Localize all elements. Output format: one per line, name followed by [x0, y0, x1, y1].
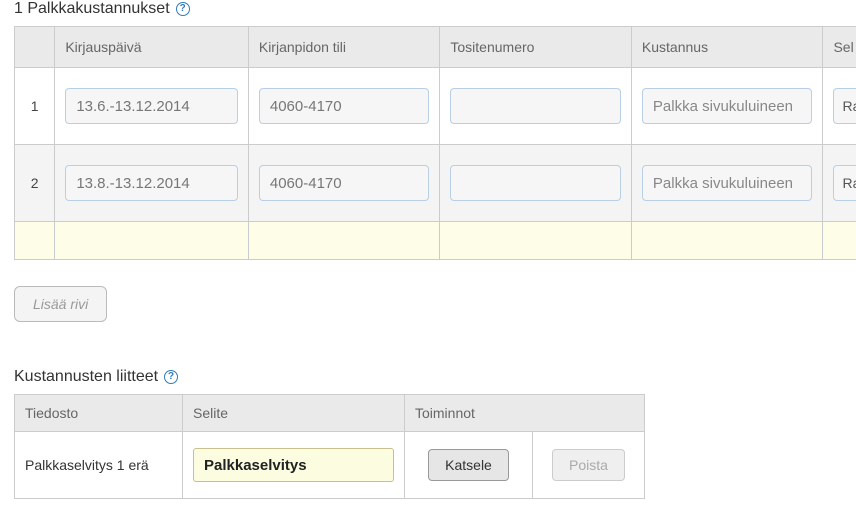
voucher-input[interactable]	[450, 165, 621, 201]
col-header-account: Kirjanpidon tili	[248, 27, 440, 68]
cost-table: Kirjauspäivä Kirjanpidon tili Tositenume…	[14, 26, 856, 260]
col-header-voucher: Tositenumero	[440, 27, 632, 68]
row-select-button[interactable]: Ra	[833, 165, 856, 201]
attachment-desc-input[interactable]	[193, 448, 394, 482]
row-number: 1	[25, 98, 44, 114]
table-row: 2 Ra	[15, 145, 856, 222]
voucher-input[interactable]	[450, 88, 621, 124]
view-button[interactable]: Katsele	[428, 449, 509, 481]
attachment-row: Palkkaselvitys 1 erä Katsele Poista	[15, 432, 645, 499]
section2-title: Kustannusten liitteet ?	[14, 368, 856, 386]
col-header-sel: Sel	[823, 27, 856, 68]
section1-title: 1 Palkkakustannukset ?	[14, 0, 856, 18]
table-row: 1 Ra	[15, 68, 856, 145]
col-header-actions: Toiminnot	[405, 395, 645, 432]
row-number: 2	[25, 175, 44, 191]
cost-input[interactable]	[642, 88, 813, 124]
col-header-file: Tiedosto	[15, 395, 183, 432]
col-header-cost: Kustannus	[631, 27, 823, 68]
col-header-num	[15, 27, 55, 68]
section2-title-text: Kustannusten liitteet	[14, 368, 158, 386]
add-row-button[interactable]: Lisää rivi	[14, 286, 107, 322]
date-input[interactable]	[65, 165, 238, 201]
help-icon[interactable]: ?	[176, 2, 190, 16]
section1-title-text: 1 Palkkakustannukset	[14, 0, 170, 18]
delete-button: Poista	[552, 449, 625, 481]
attachments-table: Tiedosto Selite Toiminnot Palkkaselvitys…	[14, 394, 645, 499]
date-input[interactable]	[65, 88, 238, 124]
row-select-button[interactable]: Ra	[833, 88, 856, 124]
attachment-filename: Palkkaselvitys 1 erä	[25, 457, 149, 473]
help-icon[interactable]: ?	[164, 370, 178, 384]
account-input[interactable]	[259, 88, 430, 124]
account-input[interactable]	[259, 165, 430, 201]
col-header-desc: Selite	[183, 395, 405, 432]
cost-input[interactable]	[642, 165, 813, 201]
table-sum-row	[15, 222, 856, 260]
col-header-date: Kirjauspäivä	[55, 27, 249, 68]
